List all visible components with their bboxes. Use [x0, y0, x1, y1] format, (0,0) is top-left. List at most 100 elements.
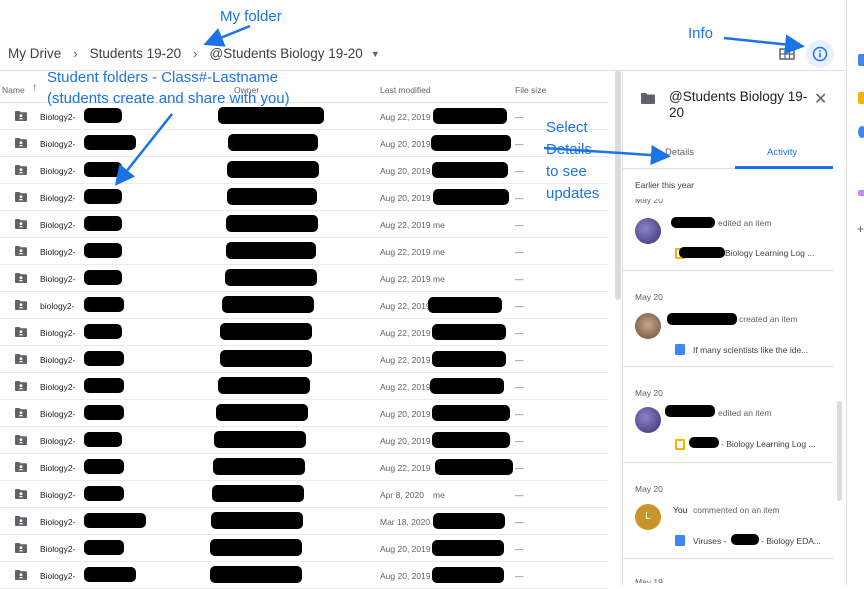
- activity-item[interactable]: May 20 edited an item - Biology Learning…: [623, 367, 833, 463]
- table-row[interactable]: Biology2- Aug 22, 2019 —: [0, 454, 608, 481]
- last-modified: Aug 22, 2019: [380, 301, 431, 311]
- tab-activity[interactable]: Activity: [767, 147, 797, 158]
- side-panel-rail: +: [846, 0, 864, 585]
- activity-item[interactable]: May 20 created an item If many scientist…: [623, 271, 833, 367]
- docs-icon: [675, 535, 685, 546]
- shared-folder-icon: [15, 327, 27, 337]
- addon-icon[interactable]: [858, 190, 864, 196]
- close-icon[interactable]: ✕: [814, 89, 827, 109]
- breadcrumb-students[interactable]: Students 19-20: [90, 46, 182, 61]
- shared-folder-icon: [15, 570, 27, 580]
- table-row[interactable]: Biology2- Aug 22, 2019 me —: [0, 211, 608, 238]
- file-size: —: [515, 490, 524, 500]
- list-scrollbar[interactable]: [615, 70, 621, 300]
- file-name[interactable]: Biology2-: [40, 409, 75, 419]
- grid-view-icon[interactable]: [779, 46, 795, 62]
- table-row[interactable]: Biology2- Aug 22, 2019 me —: [0, 238, 608, 265]
- table-row[interactable]: Biology2- Aug 22, 2019 —: [0, 103, 608, 130]
- table-row[interactable]: Biology2- Aug 20, 2019 —: [0, 130, 608, 157]
- plus-icon[interactable]: +: [857, 222, 864, 236]
- shared-folder-icon: [15, 246, 27, 256]
- activity-doc-name[interactable]: Biology Learning Log ...: [725, 248, 814, 258]
- activity-actor: You: [673, 505, 688, 515]
- file-size: —: [515, 382, 524, 392]
- panel-scrollbar[interactable]: [837, 401, 842, 501]
- table-row[interactable]: biology2- Aug 22, 2019 —: [0, 292, 608, 319]
- table-row[interactable]: Biology2- Mar 18, 2020 —: [0, 508, 608, 535]
- sort-arrow-icon[interactable]: ↑: [32, 82, 37, 93]
- table-row[interactable]: Biology2- Aug 20, 2019 —: [0, 427, 608, 454]
- file-name[interactable]: Biology2-: [40, 436, 75, 446]
- activity-date: May 20: [635, 195, 663, 205]
- activity-doc-name[interactable]: Viruses -: [693, 536, 726, 546]
- file-name[interactable]: Biology2-: [40, 355, 75, 365]
- file-name[interactable]: Biology2-: [40, 382, 75, 392]
- breadcrumb-current-folder[interactable]: @Students Biology 19-20: [210, 46, 363, 61]
- shared-folder-icon: [15, 489, 27, 499]
- avatar: [635, 218, 661, 244]
- file-size: —: [515, 436, 524, 446]
- table-row[interactable]: Biology2- Aug 22, 2019 me —: [0, 265, 608, 292]
- file-name[interactable]: Biology2-: [40, 517, 75, 527]
- file-name[interactable]: Biology2-: [40, 139, 75, 149]
- file-name[interactable]: Biology2-: [40, 571, 75, 581]
- file-name[interactable]: Biology2-: [40, 247, 75, 257]
- shared-folder-icon: [15, 381, 27, 391]
- breadcrumb-my-drive[interactable]: My Drive: [8, 46, 61, 61]
- file-name[interactable]: Biology2-: [40, 274, 75, 284]
- last-modified: Aug 22, 2019: [380, 328, 431, 338]
- table-row[interactable]: Biology2- Aug 20, 2019 —: [0, 400, 608, 427]
- active-tab-indicator: [735, 166, 833, 169]
- file-size: —: [515, 409, 524, 419]
- activity-item[interactable]: May 20 edited an item Biology Learning L…: [623, 197, 833, 271]
- header-name[interactable]: Name: [2, 85, 25, 95]
- file-size: —: [515, 220, 524, 230]
- info-button[interactable]: [806, 40, 834, 68]
- header-file-size[interactable]: File size: [515, 85, 546, 95]
- calendar-icon[interactable]: [858, 54, 864, 66]
- header-last-modified[interactable]: Last modified: [380, 85, 431, 95]
- table-row[interactable]: Biology2- Aug 22, 2019 —: [0, 346, 608, 373]
- last-modified: Aug 22, 2019: [380, 355, 431, 365]
- tasks-icon[interactable]: [858, 126, 864, 138]
- table-row[interactable]: Biology2- Apr 8, 2020 me —: [0, 481, 608, 508]
- shared-folder-icon: [15, 138, 27, 148]
- file-name[interactable]: Biology2-: [40, 112, 75, 122]
- shared-folder-icon: [15, 300, 27, 310]
- file-name[interactable]: Biology2-: [40, 328, 75, 338]
- last-modified: Aug 20, 2019: [380, 139, 431, 149]
- file-name[interactable]: Biology2-: [40, 193, 75, 203]
- file-name[interactable]: Biology2-: [40, 220, 75, 230]
- activity-doc-name[interactable]: If many scientists like the ide...: [693, 345, 808, 355]
- shared-folder-icon: [15, 192, 27, 202]
- table-row[interactable]: Biology2- Aug 20, 2019 —: [0, 535, 608, 562]
- file-size: —: [515, 193, 524, 203]
- table-row[interactable]: Biology2- Aug 20, 2019 —: [0, 184, 608, 211]
- table-row[interactable]: Biology2- Aug 22, 2019 —: [0, 319, 608, 346]
- shared-folder-icon: [15, 354, 27, 364]
- file-size: —: [515, 544, 524, 554]
- activity-action: commented on an item: [693, 505, 780, 515]
- file-name[interactable]: Biology2-: [40, 463, 75, 473]
- shared-folder-icon: [15, 273, 27, 283]
- file-size: —: [515, 517, 524, 527]
- file-name[interactable]: Biology2-: [40, 544, 75, 554]
- tab-details[interactable]: Details: [665, 147, 694, 158]
- last-modified: Aug 20, 2019: [380, 436, 431, 446]
- modified-by: me: [433, 220, 445, 230]
- keep-icon[interactable]: [858, 92, 864, 104]
- activity-item[interactable]: May 20 L You commented on an item Viruse…: [623, 463, 833, 559]
- table-row[interactable]: Biology2- Aug 22, 2019 —: [0, 373, 608, 400]
- shared-folder-icon: [15, 408, 27, 418]
- annotation-select: Select: [546, 119, 588, 136]
- table-row[interactable]: Biology2- Aug 20, 2019 —: [0, 157, 608, 184]
- annotation-to-see: to see: [546, 163, 587, 180]
- caret-down-icon[interactable]: ▼: [371, 49, 380, 59]
- file-size: —: [515, 328, 524, 338]
- file-name[interactable]: Biology2-: [40, 166, 75, 176]
- file-name[interactable]: biology2-: [40, 301, 75, 311]
- annotation-updates: updates: [546, 185, 600, 202]
- activity-doc-name[interactable]: - Biology Learning Log ...: [721, 439, 816, 449]
- last-modified: Mar 18, 2020: [380, 517, 431, 527]
- file-name[interactable]: Biology2-: [40, 490, 75, 500]
